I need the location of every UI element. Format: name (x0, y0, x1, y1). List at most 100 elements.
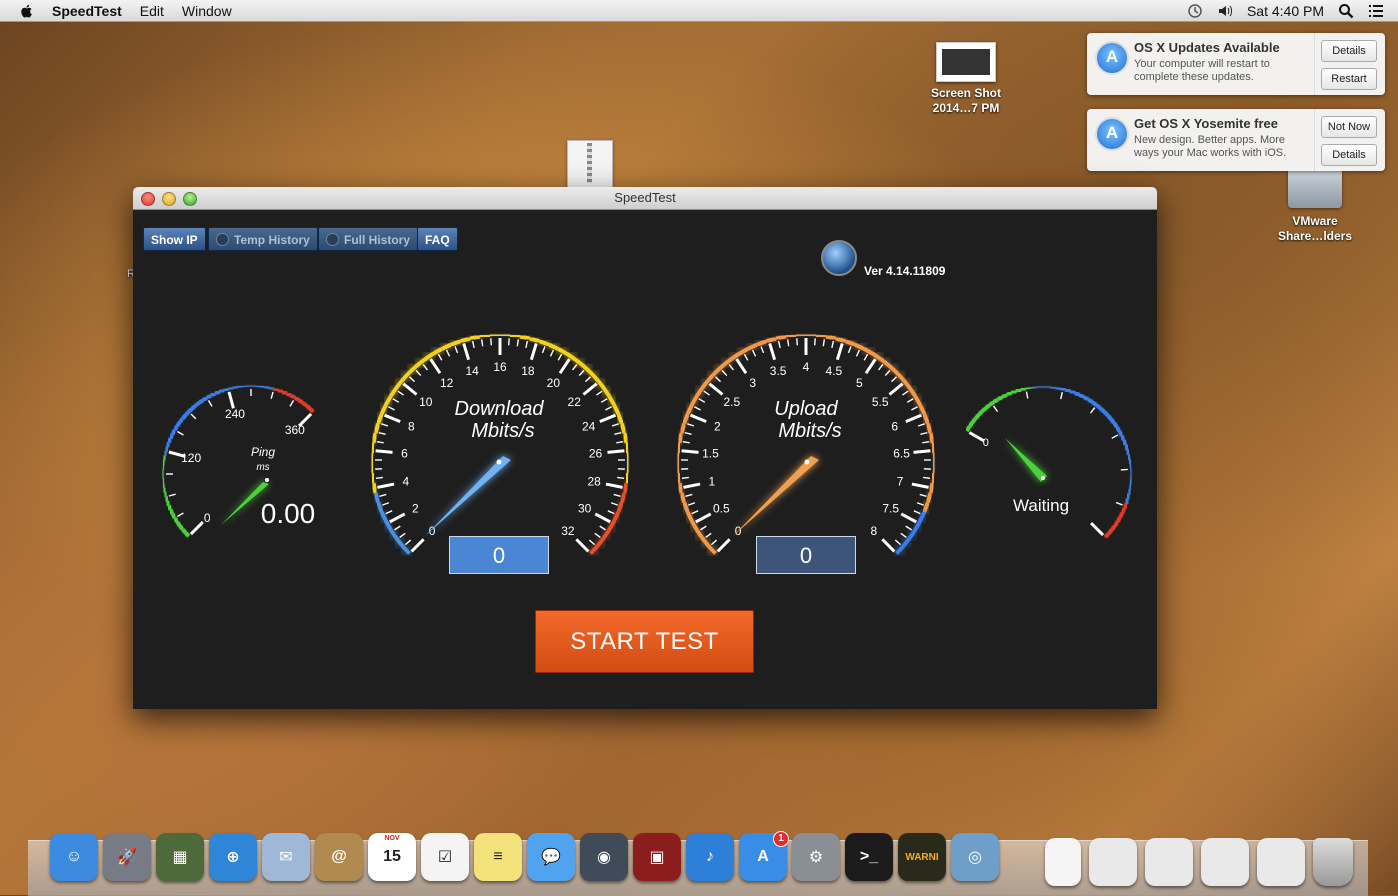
dock-notes-icon[interactable]: ≡ (474, 833, 522, 881)
minor-tick (918, 424, 925, 426)
g-status-rim-segment (1130, 459, 1131, 464)
g-download-rim-segment (382, 512, 386, 521)
g-status-rim-segment (1097, 405, 1101, 408)
g-ping-rim-segment (180, 419, 183, 423)
g-ping-rim-segment (211, 394, 215, 396)
status-needle-hub (1041, 476, 1045, 480)
dock-system-preferences-icon[interactable]: ⚙ (792, 833, 840, 881)
major-tick (377, 484, 394, 487)
applications-stack-icon[interactable] (1201, 838, 1249, 886)
apple-icon[interactable] (18, 3, 36, 19)
g-download-rim-segment (591, 372, 598, 379)
details-button[interactable]: Details (1321, 144, 1377, 166)
desktop-icon-screenshot[interactable]: Screen Shot 2014…7 PM (926, 42, 1006, 116)
dock-reminders-icon[interactable]: ☑ (421, 833, 469, 881)
g-download-rim-segment (618, 503, 621, 512)
download-value: 0 (493, 543, 505, 568)
g-download-rim-segment (409, 366, 416, 373)
dock-itunes-icon[interactable]: ♪ (686, 833, 734, 881)
dock-contacts-icon[interactable]: @ (315, 833, 363, 881)
desktop-icon-vmware-shared[interactable]: VMware Share…lders (1270, 168, 1360, 244)
time-machine-icon[interactable] (1187, 3, 1203, 19)
g-status-rim-segment (998, 397, 1002, 399)
minimize-button[interactable] (162, 192, 176, 206)
g-ping-rim-segment (219, 390, 223, 392)
document-icon[interactable] (1045, 838, 1081, 886)
trash-icon[interactable] (1313, 838, 1353, 886)
g-ping-rim-segment (177, 422, 180, 426)
tick-label: 0 (429, 524, 436, 538)
zoom-button[interactable] (183, 192, 197, 206)
minor-tick (377, 442, 384, 443)
g-upload-rim-segment (678, 443, 679, 453)
g-ping-rim-segment (164, 488, 165, 493)
g-download-rim-segment (622, 423, 625, 433)
g-status-rim-segment (1126, 445, 1128, 450)
g-ping-rim-segment (163, 483, 164, 488)
close-button[interactable] (141, 192, 155, 206)
g-download-rim-segment (626, 443, 627, 453)
dock-console-icon[interactable]: WARNI (898, 833, 946, 881)
dock-mail-icon[interactable]: ✉ (262, 833, 310, 881)
app-menu-speedtest[interactable]: SpeedTest (52, 3, 122, 19)
minor-tick (381, 424, 388, 426)
dock-app-store-icon[interactable]: A1 (739, 833, 787, 881)
restart-button[interactable]: Restart (1321, 68, 1377, 90)
ping-value: 0.00 (261, 498, 316, 529)
minor-tick (891, 377, 896, 382)
spotlight-icon[interactable] (1338, 3, 1354, 19)
minor-tick (491, 338, 492, 345)
dock-photo-booth-icon[interactable]: ▣ (633, 833, 681, 881)
dock-calendar-icon[interactable]: 15NOV (368, 833, 416, 881)
tick-label: 6 (891, 419, 898, 433)
dock-speedtest-icon[interactable]: ◎ (951, 833, 999, 881)
minor-tick (542, 346, 545, 353)
dock-terminal-icon[interactable]: >_ (845, 833, 893, 881)
g-status-rim-segment (982, 408, 986, 411)
tick-label: 240 (225, 407, 245, 421)
dock-messages-icon[interactable]: 💬 (527, 833, 575, 881)
minor-tick (509, 338, 510, 345)
dock-facetime-icon[interactable]: ◉ (580, 833, 628, 881)
major-tick (696, 514, 711, 522)
g-upload-rim-segment (864, 349, 873, 354)
not-now-button[interactable]: Not Now (1321, 116, 1377, 138)
g-status-rim-segment (1124, 440, 1126, 445)
dock-safari-icon[interactable]: ⊕ (209, 833, 257, 881)
dock-finder-icon[interactable]: ☺ (50, 833, 98, 881)
g-status-rim-segment (972, 419, 975, 423)
documents-stack-icon[interactable] (1145, 838, 1193, 886)
minor-tick (706, 533, 712, 537)
menu-window[interactable]: Window (182, 3, 232, 19)
g-upload-rim-segment (688, 405, 692, 414)
downloads-stack-icon[interactable] (1089, 838, 1137, 886)
desktop-stack-icon[interactable] (1257, 838, 1305, 886)
dock-mission-control-icon[interactable]: ▦ (156, 833, 204, 881)
window-titlebar[interactable]: SpeedTest (133, 187, 1157, 210)
g-status-rim-segment (1065, 390, 1070, 391)
start-test-button[interactable]: START TEST (535, 610, 754, 673)
g-upload-rim-segment (697, 530, 703, 538)
window-title: SpeedTest (614, 190, 675, 205)
notification-center-icon[interactable] (1368, 3, 1384, 19)
volume-icon[interactable] (1217, 3, 1233, 19)
notification-os-x-updates[interactable]: A OS X Updates Available Your computer w… (1087, 33, 1385, 95)
clock[interactable]: Sat 4:40 PM (1247, 3, 1324, 19)
dock-launchpad-icon[interactable]: 🚀 (103, 833, 151, 881)
g-ping-rim-segment (237, 386, 242, 387)
menu-edit[interactable]: Edit (140, 3, 164, 19)
zip-file-icon[interactable] (567, 140, 613, 190)
minor-tick (393, 399, 399, 403)
tick-label: 2.5 (723, 395, 740, 409)
tick-label: 1.5 (702, 447, 719, 461)
g-download-rim-segment (510, 335, 520, 336)
dock-glyph: ≡ (493, 848, 502, 866)
major-tick (737, 359, 746, 373)
tick-label: 12 (440, 376, 454, 390)
g-status-rim-segment (1026, 388, 1031, 389)
minor-tick (729, 364, 733, 370)
details-button[interactable]: Details (1321, 40, 1377, 62)
g-ping-rim-segment (189, 409, 192, 412)
g-status-rim-segment (1070, 391, 1075, 393)
notification-yosemite[interactable]: A Get OS X Yosemite free New design. Bet… (1087, 109, 1385, 171)
